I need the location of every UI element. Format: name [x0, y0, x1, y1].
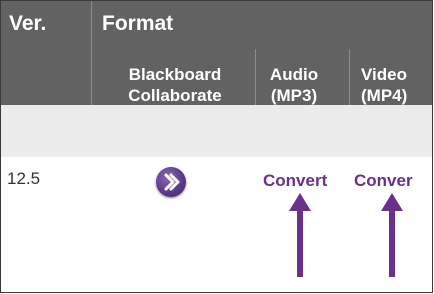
blackboard-header-line2: Collaborate: [128, 86, 222, 105]
column-divider: [349, 49, 350, 105]
convert-audio-link[interactable]: Convert: [263, 171, 327, 191]
blackboard-header-line1: Blackboard: [128, 65, 222, 84]
convert-video-link[interactable]: Conver: [354, 171, 413, 191]
video-header-line2: (MP4): [361, 86, 408, 105]
table-row: [1, 105, 432, 157]
audio-mp3-header: Audio (MP3): [264, 64, 324, 106]
play-chevron-icon[interactable]: [156, 167, 186, 197]
video-mp4-header: Video (MP4): [361, 64, 421, 106]
arrow-up-icon: [289, 193, 311, 282]
audio-header-line1: Audio: [269, 65, 319, 84]
video-header-line1: Video: [361, 65, 407, 84]
column-divider: [255, 49, 256, 105]
row-version-value: 12.5: [7, 169, 41, 188]
arrow-up-icon: [381, 193, 403, 282]
version-column-header: Ver.: [9, 12, 47, 35]
audio-header-line2: (MP3): [270, 86, 318, 105]
column-divider: [91, 1, 92, 105]
blackboard-collaborate-header: Blackboard Collaborate: [105, 64, 245, 106]
recordings-table: Ver. Format Blackboard Collaborate Audio…: [0, 0, 433, 293]
table-header-row: [1, 1, 432, 49]
format-column-header: Format: [102, 12, 174, 35]
